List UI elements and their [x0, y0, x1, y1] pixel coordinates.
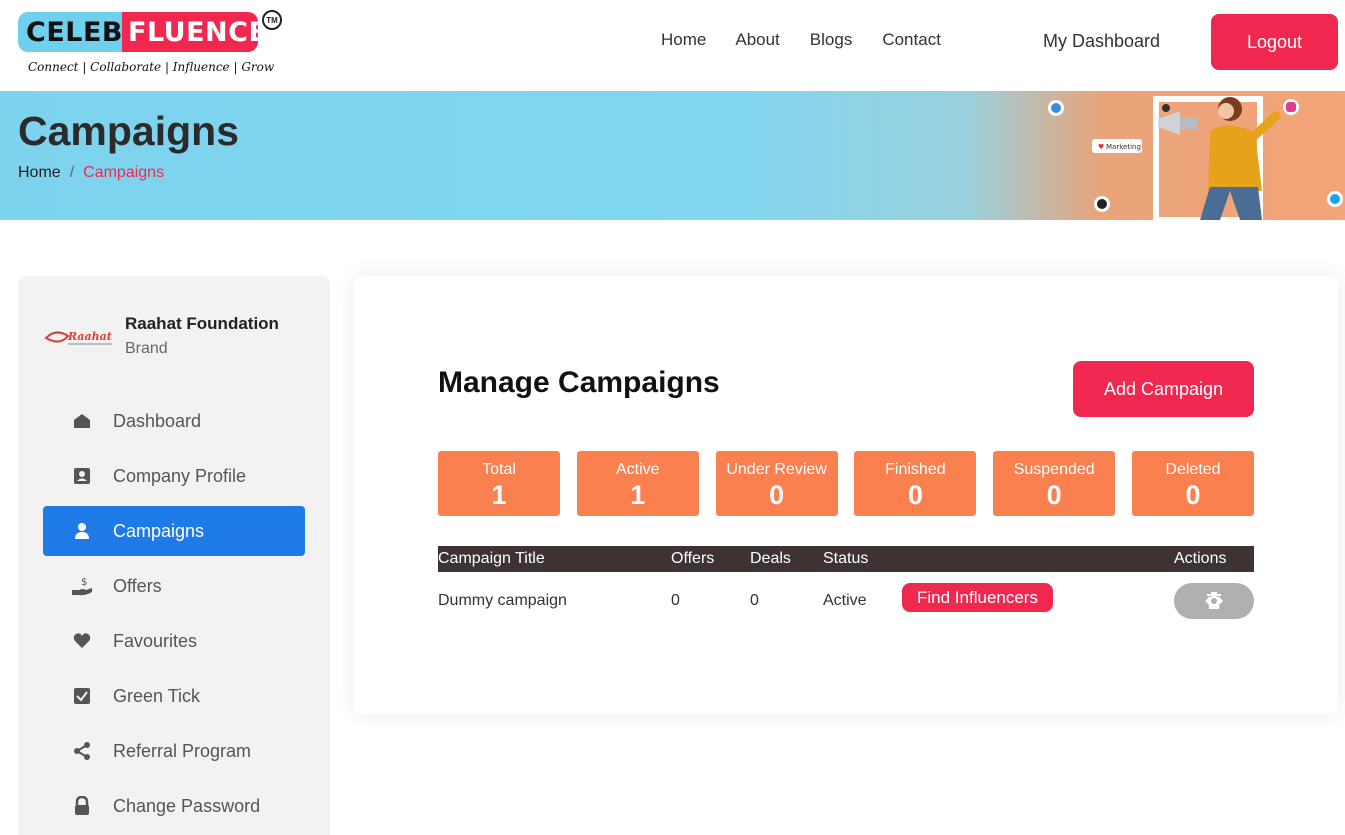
- raahat-logo: Raahat: [44, 330, 112, 345]
- nav-about[interactable]: About: [735, 30, 779, 50]
- sidebar-item-green-tick[interactable]: Green Tick: [43, 671, 305, 721]
- brand-role: Brand: [125, 340, 168, 357]
- table-row: Dummy campaign 0 0 Active Find Influence…: [438, 572, 1254, 630]
- col-deals: Deals: [750, 550, 791, 567]
- stat-value: 1: [630, 480, 646, 510]
- col-status: Status: [823, 550, 869, 567]
- main-nav: Home About Blogs Contact: [661, 30, 971, 50]
- cell-deals: 0: [750, 592, 759, 609]
- sidebar-menu: Dashboard Company Profile Campaigns $ Of…: [43, 396, 305, 835]
- stat-label: Total: [482, 461, 516, 478]
- stat-value: 1: [491, 480, 507, 510]
- sidebar-item-referral-program[interactable]: Referral Program: [43, 726, 305, 776]
- breadcrumb-home[interactable]: Home: [18, 164, 61, 181]
- lock-icon: [71, 795, 93, 817]
- sidebar-item-label: Dashboard: [113, 410, 202, 431]
- trademark-mark: TM: [262, 10, 282, 30]
- breadcrumb-current: Campaigns: [83, 164, 165, 181]
- logo-celeb: CELEB: [18, 12, 123, 52]
- heart-icon: [71, 630, 93, 652]
- stat-label: Finished: [885, 461, 946, 478]
- stat-active[interactable]: Active 1: [576, 451, 699, 516]
- stat-deleted[interactable]: Deleted 0: [1131, 451, 1254, 516]
- svg-text:Raahat: Raahat: [67, 330, 112, 343]
- stat-total[interactable]: Total 1: [438, 451, 560, 516]
- sidebar-item-label: Campaigns: [113, 520, 205, 541]
- sidebar-item-label: Green Tick: [113, 685, 201, 706]
- page-banner: Campaigns Home / Campaigns ♥ Marketing: [0, 91, 1345, 220]
- stat-suspended[interactable]: Suspended 0: [993, 451, 1116, 516]
- campaign-stats: Total 1 Active 1 Under Review 0 Finished…: [438, 451, 1254, 516]
- user-icon: [71, 520, 93, 542]
- sidebar-item-offers[interactable]: $ Offers: [43, 561, 305, 611]
- sidebar: Raahat Raahat Foundation Brand Dashboard…: [18, 276, 330, 835]
- hand-money-icon: $: [71, 575, 93, 597]
- sidebar-item-label: Offers: [113, 575, 162, 596]
- eye-icon[interactable]: [1203, 590, 1225, 612]
- person-jeans: [1200, 187, 1262, 220]
- stat-under-review[interactable]: Under Review 0: [715, 451, 838, 516]
- sidebar-item-company-profile[interactable]: Company Profile: [43, 451, 305, 501]
- cell-status: Active: [823, 592, 867, 609]
- col-campaign-title: Campaign Title: [438, 550, 545, 567]
- stat-label: Active: [616, 461, 660, 478]
- home-icon: [71, 410, 93, 432]
- sidebar-item-favourites[interactable]: Favourites: [43, 616, 305, 666]
- nav-home[interactable]: Home: [661, 30, 706, 50]
- stat-finished[interactable]: Finished 0: [854, 451, 977, 516]
- table-header: Campaign Title Offers Deals Status Actio…: [438, 546, 1254, 572]
- stat-value: 0: [1046, 480, 1062, 510]
- col-actions: Actions: [1174, 550, 1227, 567]
- nav-blogs[interactable]: Blogs: [810, 30, 853, 50]
- breadcrumb-separator: /: [69, 164, 75, 181]
- stat-value: 0: [1185, 480, 1201, 510]
- page-title: Campaigns: [18, 108, 239, 154]
- sidebar-item-label: Change Password: [113, 795, 261, 816]
- row-actions: [1174, 583, 1254, 619]
- my-dashboard-link[interactable]: My Dashboard: [1043, 31, 1160, 52]
- sidebar-item-label: Referral Program: [113, 740, 252, 761]
- cell-offers: 0: [671, 592, 680, 609]
- logout-button[interactable]: Logout: [1211, 14, 1338, 70]
- stat-label: Under Review: [726, 461, 827, 478]
- cell-campaign-title[interactable]: Dummy campaign: [438, 592, 567, 610]
- add-campaign-button[interactable]: Add Campaign: [1073, 361, 1254, 417]
- svg-text:♥: ♥: [1098, 143, 1104, 151]
- sidebar-item-change-password[interactable]: Change Password: [43, 781, 305, 831]
- stat-label: Suspended: [1013, 461, 1095, 478]
- campaigns-table: Campaign Title Offers Deals Status Actio…: [438, 546, 1254, 630]
- stat-value: 0: [907, 480, 923, 510]
- breadcrumb: Home / Campaigns: [18, 164, 164, 182]
- logo-fluence: FLUENCE: [122, 12, 267, 52]
- id-card-icon: [71, 465, 93, 487]
- nav-contact[interactable]: Contact: [882, 30, 941, 50]
- stat-value: 0: [769, 480, 785, 510]
- sidebar-item-label: Company Profile: [113, 465, 247, 486]
- svg-text:$: $: [81, 577, 87, 588]
- logo-tagline: Connect | Collaborate | Influence | Grow: [28, 60, 275, 74]
- stat-label: Deleted: [1165, 461, 1221, 478]
- banner-illustration: ♥ Marketing: [1048, 96, 1343, 220]
- brand-name: Raahat Foundation: [125, 314, 279, 333]
- col-offers: Offers: [671, 550, 715, 567]
- sidebar-item-campaigns[interactable]: Campaigns: [43, 506, 305, 556]
- sidebar-item-label: Favourites: [113, 630, 198, 651]
- section-title: Manage Campaigns: [438, 366, 720, 399]
- share-icon: [71, 740, 93, 762]
- manage-campaigns-card: Manage Campaigns Add Campaign Total 1 Ac…: [354, 276, 1338, 714]
- marketing-badge-text: Marketing: [1106, 143, 1141, 151]
- site-header: CELEB FLUENCE TM Connect | Collaborate |…: [0, 0, 1345, 91]
- check-square-icon: [71, 685, 93, 707]
- sidebar-item-dashboard[interactable]: Dashboard: [43, 396, 305, 446]
- celebfluence-logo[interactable]: CELEB FLUENCE TM Connect | Collaborate |…: [18, 10, 288, 80]
- find-influencers-button[interactable]: Find Influencers: [902, 583, 1053, 612]
- megaphone-shape: [1158, 111, 1180, 135]
